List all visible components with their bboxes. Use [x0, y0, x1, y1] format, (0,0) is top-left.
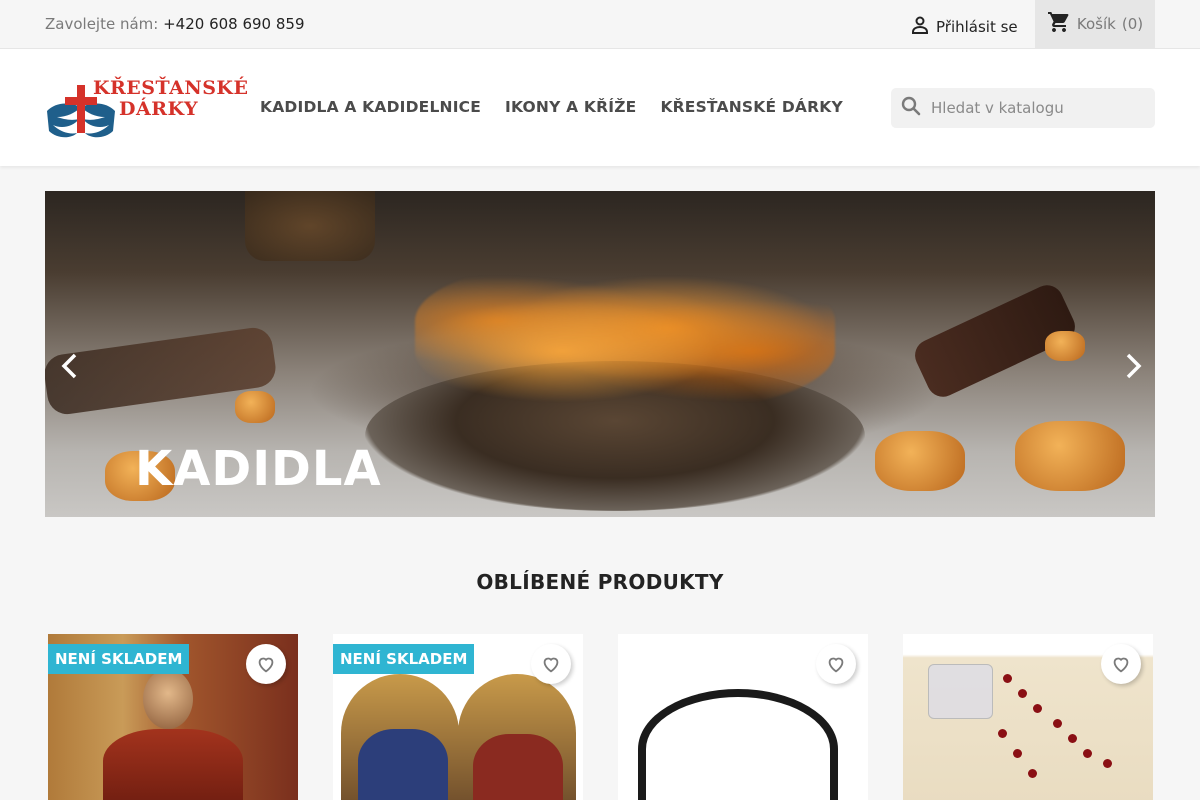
- product-list: NENÍ SKLADEM NENÍ SKLADEM: [48, 634, 1158, 800]
- main-header: KŘESŤANSKÉ DÁRKY KADIDLA A KADIDELNICE I…: [0, 49, 1200, 166]
- favorite-heart-icon[interactable]: [1101, 644, 1141, 684]
- hero-image-resin-piece: [1045, 331, 1085, 361]
- main-nav: KADIDLA A KADIDELNICE IKONY A KŘÍŽE KŘES…: [260, 98, 843, 116]
- out-of-stock-badge: NENÍ SKLADEM: [333, 644, 475, 674]
- top-bar: Zavolejte nám: +420 608 690 859 Přihlási…: [0, 0, 1200, 49]
- user-icon: [908, 13, 932, 41]
- logo-text-line2: DÁRKY: [119, 98, 199, 120]
- contact-info: Zavolejte nám: +420 608 690 859: [45, 15, 305, 33]
- hero-image-resin-piece: [1015, 421, 1125, 491]
- nav-item-ikony[interactable]: IKONY A KŘÍŽE: [505, 98, 636, 116]
- contact-label: Zavolejte nám:: [45, 15, 159, 33]
- search-input[interactable]: [931, 99, 1141, 117]
- site-logo[interactable]: KŘESŤANSKÉ DÁRKY: [45, 73, 248, 143]
- hero-image-bottle: [245, 191, 375, 261]
- hero-image-resin-piece: [875, 431, 965, 491]
- favorite-heart-icon[interactable]: [531, 644, 571, 684]
- hero-image-resin-piece: [235, 391, 275, 423]
- nav-item-kadidla[interactable]: KADIDLA A KADIDELNICE: [260, 98, 481, 116]
- signin-link[interactable]: Přihlásit se: [908, 13, 1018, 41]
- out-of-stock-badge: NENÍ SKLADEM: [48, 644, 190, 674]
- chevron-left-icon[interactable]: [57, 351, 83, 381]
- product-card[interactable]: [618, 634, 868, 800]
- shopping-cart-icon: [1047, 10, 1071, 38]
- search-box: [891, 88, 1155, 128]
- hero-title[interactable]: KADIDLA: [135, 441, 382, 497]
- signin-label: Přihlásit se: [936, 18, 1018, 36]
- favorite-heart-icon[interactable]: [816, 644, 856, 684]
- search-icon[interactable]: [899, 94, 923, 122]
- section-title: OBLÍBENÉ PRODUKTY: [476, 570, 724, 594]
- product-card[interactable]: [903, 634, 1153, 800]
- phone-number[interactable]: +420 608 690 859: [163, 15, 304, 33]
- favorite-heart-icon[interactable]: [246, 644, 286, 684]
- hero-slider: KADIDLA: [45, 191, 1155, 517]
- product-card[interactable]: NENÍ SKLADEM: [48, 634, 298, 800]
- nav-item-darky[interactable]: KŘESŤANSKÉ DÁRKY: [660, 98, 842, 116]
- chevron-right-icon[interactable]: [1120, 351, 1146, 381]
- cart-button[interactable]: Košík (0): [1035, 0, 1155, 48]
- hero-image-resin: [415, 261, 835, 411]
- logo-text-line1: KŘESŤANSKÉ: [93, 77, 249, 99]
- product-card[interactable]: NENÍ SKLADEM: [333, 634, 583, 800]
- cart-count: (0): [1121, 15, 1144, 33]
- cart-label: Košík: [1076, 15, 1116, 33]
